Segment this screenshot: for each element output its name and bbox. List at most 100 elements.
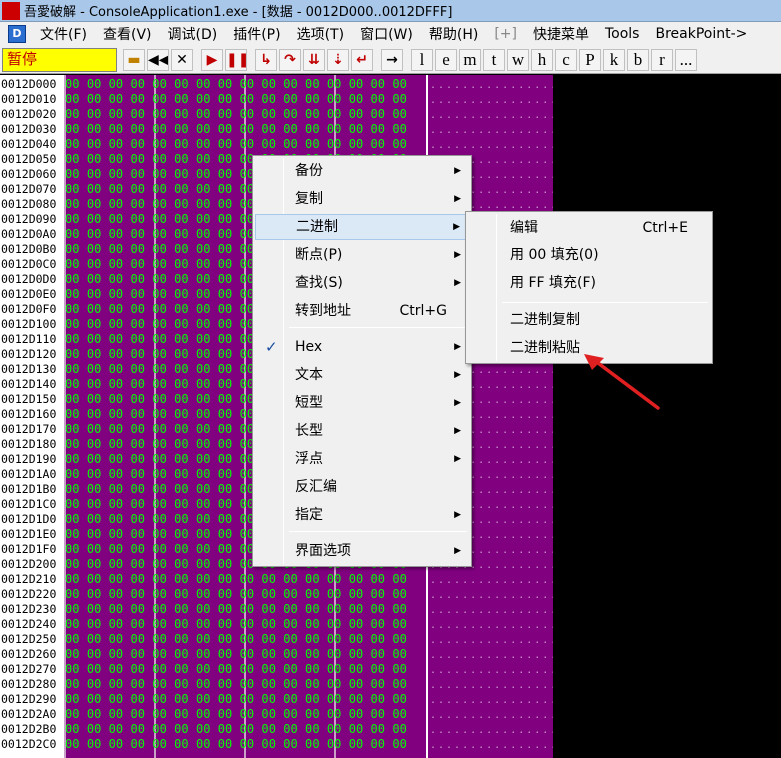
hex-row[interactable]: 00 00 00 00 00 00 00 00 00 00 00 00 00 0… (65, 662, 407, 677)
modules-window-button[interactable]: e (435, 48, 457, 71)
close-icon[interactable]: ✕ (171, 48, 193, 71)
patches-window-button[interactable]: P (579, 48, 601, 71)
menu-item-goto-address[interactable]: 转到地址 Ctrl+G (255, 298, 469, 324)
references-window-button[interactable]: r (651, 48, 673, 71)
hex-row[interactable]: 00 00 00 00 00 00 00 00 00 00 00 00 00 0… (65, 677, 407, 692)
system-menu-icon[interactable]: D (8, 25, 26, 43)
menu-item-copy[interactable]: 复制 ▶ (255, 186, 469, 212)
ascii-row[interactable]: ................ (430, 723, 553, 738)
hex-row[interactable]: 00 00 00 00 00 00 00 00 00 00 00 00 00 0… (65, 722, 407, 737)
menu-item-hex[interactable]: Hex ✓ ▶ (255, 334, 469, 360)
execute-till-return-icon[interactable]: ↵ (351, 48, 373, 71)
handles-window-button[interactable]: h (531, 48, 553, 71)
submenu-item-fill-00[interactable]: 用 00 填充(0) (468, 242, 710, 268)
menu-item-appearance[interactable]: 界面选项 ▶ (255, 538, 469, 564)
hex-row[interactable]: 00 00 00 00 00 00 00 00 00 00 00 00 00 0… (65, 107, 407, 122)
ascii-row[interactable]: ................ (430, 648, 553, 663)
open-folder-icon[interactable]: ▬ (123, 48, 145, 71)
menu-item-binary[interactable]: 二进制 ▶ (255, 214, 469, 240)
menu-item-disassemble[interactable]: 反汇编 (255, 474, 469, 500)
hex-row[interactable]: 00 00 00 00 00 00 00 00 00 00 00 00 00 0… (65, 602, 407, 617)
trace-into-icon[interactable]: ⇊ (303, 48, 325, 71)
hex-row[interactable]: 00 00 00 00 00 00 00 00 00 00 00 00 00 0… (65, 737, 407, 752)
menu-debug[interactable]: 调试(D) (160, 24, 226, 44)
menu-file[interactable]: 文件(F) (32, 24, 95, 44)
ascii-row[interactable]: ................ (430, 573, 553, 588)
menu-item-short[interactable]: 短型 ▶ (255, 390, 469, 416)
submenu-item-fill-ff[interactable]: 用 FF 填充(F) (468, 270, 710, 296)
ascii-row[interactable]: ................ (430, 138, 553, 153)
menu-item-float[interactable]: 浮点 ▶ (255, 446, 469, 472)
menu-view[interactable]: 查看(V) (95, 24, 160, 44)
pause-icon[interactable]: ❚❚ (225, 48, 247, 71)
menu-plus[interactable]: [+] (486, 26, 525, 42)
menu-shortcuts[interactable]: 快捷菜单 (525, 24, 597, 44)
hex-row[interactable]: 00 00 00 00 00 00 00 00 00 00 00 00 00 0… (65, 707, 407, 722)
ascii-row[interactable]: ................ (430, 738, 553, 753)
ascii-row[interactable]: ................ (430, 618, 553, 633)
run-trace-window-button[interactable]: ... (675, 48, 697, 71)
ascii-row[interactable]: ................ (430, 633, 553, 648)
submenu-item-edit[interactable]: 编辑 Ctrl+E (468, 215, 710, 241)
ascii-row[interactable]: ................ (430, 603, 553, 618)
address-cell: 0012D060 (1, 167, 57, 181)
address-cell: 0012D1F0 (1, 542, 57, 556)
hex-row[interactable]: 00 00 00 00 00 00 00 00 00 00 00 00 00 0… (65, 92, 407, 107)
menu-options[interactable]: 选项(T) (289, 24, 352, 44)
step-over-icon[interactable]: ↷ (279, 48, 301, 71)
ascii-row[interactable]: ................ (430, 108, 553, 123)
address-column: 0012D000 0012D010 0012D020 0012D030 0012D040… (0, 75, 64, 758)
hex-row[interactable]: 00 00 00 00 00 00 00 00 00 00 00 00 00 0… (65, 617, 407, 632)
windows-window-button[interactable]: w (507, 48, 529, 71)
menu-item-search[interactable]: 查找(S) ▶ (255, 270, 469, 296)
threads-window-button[interactable]: t (483, 48, 505, 71)
hex-row[interactable]: 00 00 00 00 00 00 00 00 00 00 00 00 00 0… (65, 122, 407, 137)
ascii-row[interactable]: ................ (430, 93, 553, 108)
memory-window-button[interactable]: m (459, 48, 481, 71)
hex-row[interactable]: 00 00 00 00 00 00 00 00 00 00 00 00 00 0… (65, 587, 407, 602)
hex-row[interactable]: 00 00 00 00 00 00 00 00 00 00 00 00 00 0… (65, 77, 407, 92)
menu-plugins[interactable]: 插件(P) (225, 24, 288, 44)
ascii-row[interactable]: ................ (430, 693, 553, 708)
goto-icon[interactable]: → (381, 48, 403, 71)
ascii-row[interactable]: ................ (430, 123, 553, 138)
submenu-arrow-icon: ▶ (454, 278, 461, 288)
menu-item-long[interactable]: 长型 ▶ (255, 418, 469, 444)
menu-item-specify[interactable]: 指定 ▶ (255, 502, 469, 528)
cpu-window-button[interactable]: c (555, 48, 577, 71)
menu-tools[interactable]: Tools (597, 26, 648, 42)
address-cell: 0012D220 (1, 587, 57, 601)
breakpoints-window-button[interactable]: b (627, 48, 649, 71)
menu-item-label: 指定 (295, 507, 323, 523)
hex-row[interactable]: 00 00 00 00 00 00 00 00 00 00 00 00 00 0… (65, 692, 407, 707)
address-cell: 0012D0D0 (1, 272, 57, 286)
run-icon[interactable]: ▶ (201, 48, 223, 71)
log-window-button[interactable]: l (411, 48, 433, 71)
menu-item-breakpoint[interactable]: 断点(P) ▶ (255, 242, 469, 268)
hex-row[interactable]: 00 00 00 00 00 00 00 00 00 00 00 00 00 0… (65, 137, 407, 152)
ascii-row[interactable]: ................ (430, 78, 553, 93)
hex-row[interactable]: 00 00 00 00 00 00 00 00 00 00 00 00 00 0… (65, 572, 407, 587)
hex-row[interactable]: 00 00 00 00 00 00 00 00 00 00 00 00 00 0… (65, 632, 407, 647)
ascii-row[interactable]: ................ (430, 588, 553, 603)
call-stack-window-button[interactable]: k (603, 48, 625, 71)
menu-window[interactable]: 窗口(W) (352, 24, 421, 44)
step-into-icon[interactable]: ↳ (255, 48, 277, 71)
menu-help[interactable]: 帮助(H) (421, 24, 486, 44)
menu-shortcut: Ctrl+G (399, 303, 448, 319)
address-cell: 0012D210 (1, 572, 57, 586)
submenu-item-binary-copy[interactable]: 二进制复制 (468, 307, 710, 333)
hex-row[interactable]: 00 00 00 00 00 00 00 00 00 00 00 00 00 0… (65, 647, 407, 662)
ascii-row[interactable]: ................ (430, 708, 553, 723)
address-cell: 0012D2A0 (1, 707, 57, 721)
address-cell: 0012D130 (1, 362, 57, 376)
ascii-row[interactable]: ................ (430, 663, 553, 678)
trace-over-icon[interactable]: ⇣ (327, 48, 349, 71)
menu-item-backup[interactable]: 备份 ▶ (255, 158, 469, 184)
menu-breakpoint[interactable]: BreakPoint-> (647, 26, 755, 42)
address-cell: 0012D180 (1, 437, 57, 451)
restart-icon[interactable]: ◀◀ (147, 48, 169, 71)
ascii-row[interactable]: ................ (430, 678, 553, 693)
menu-item-text[interactable]: 文本 ▶ (255, 362, 469, 388)
app-logo-icon (2, 1, 20, 20)
